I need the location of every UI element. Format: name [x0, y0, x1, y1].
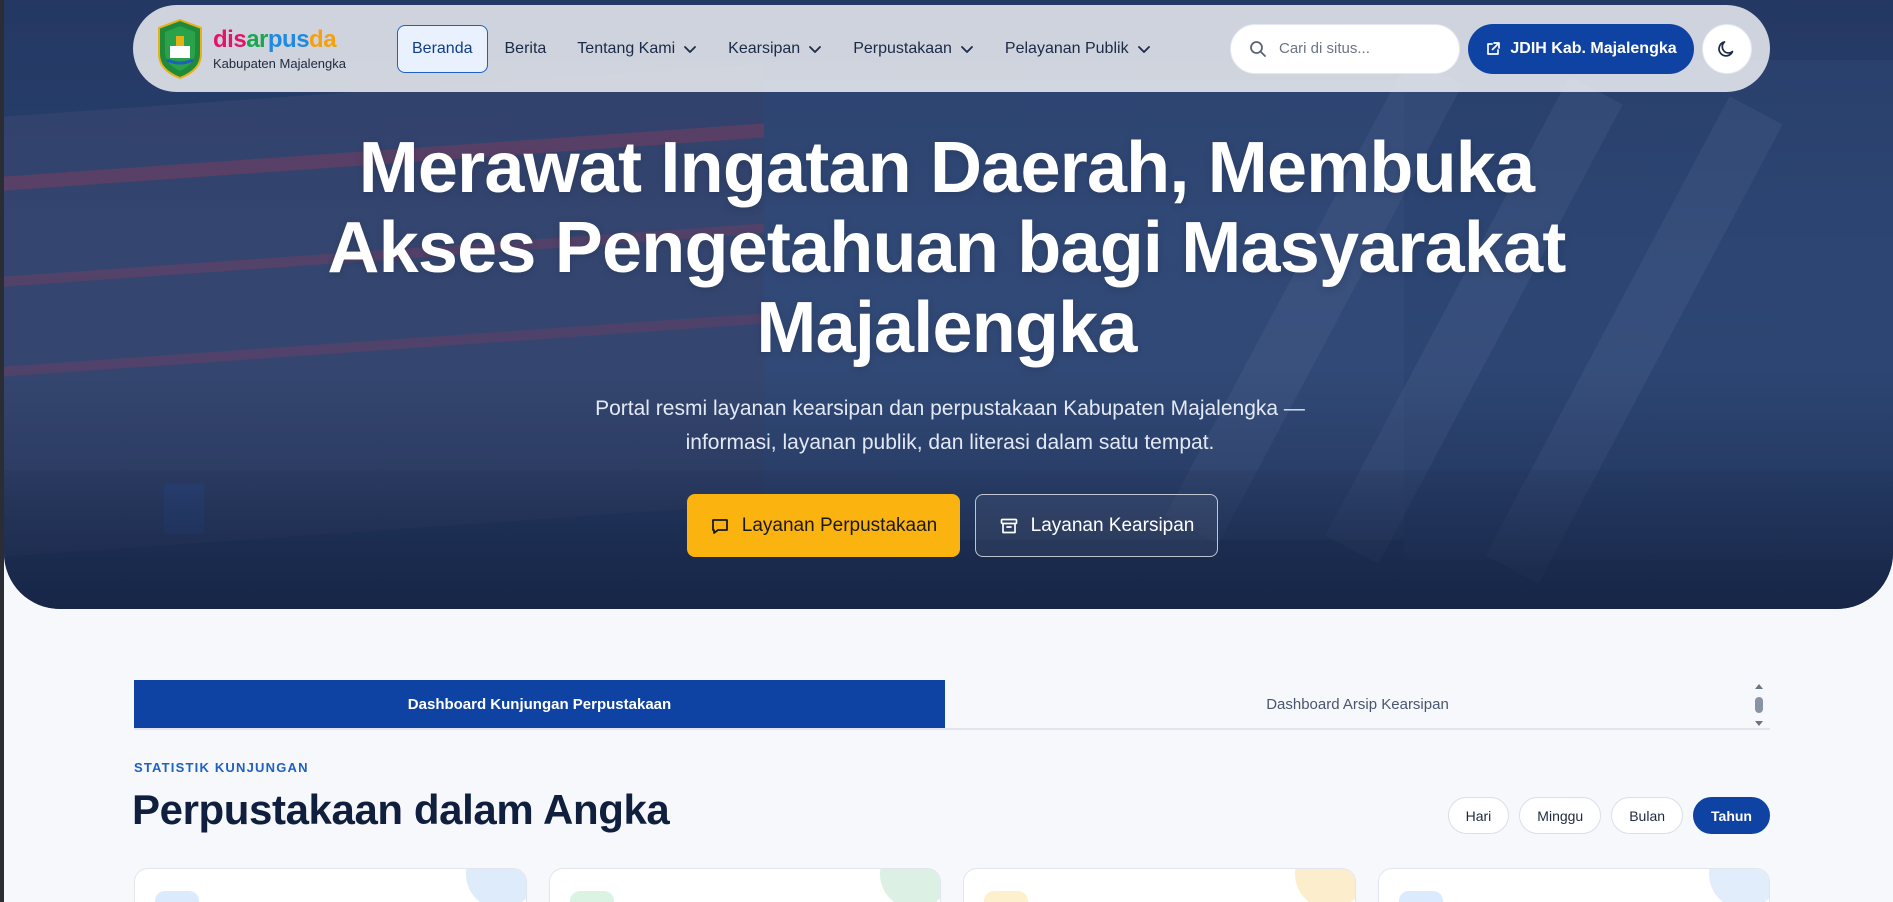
external-link-icon — [1487, 41, 1501, 55]
logo-brand-part: pus — [267, 25, 310, 53]
hero-subtitle: Portal resmi layanan kearsipan dan perpu… — [595, 397, 1305, 454]
nav-item-label: Perpustakaan — [853, 39, 952, 57]
stat-card — [134, 868, 527, 902]
nav-item-label: Berita — [504, 39, 547, 57]
theme-toggle-button[interactable] — [1702, 23, 1752, 74]
archive-services-label: Layanan Kearsipan — [1030, 514, 1195, 536]
logo-subtitle: Kabupaten Majalengka — [213, 55, 346, 71]
logo-brand-part: da — [309, 25, 337, 53]
stat-card-icon — [569, 891, 614, 902]
nav-item-label: Beranda — [412, 39, 473, 57]
chevron-down-icon — [809, 45, 822, 53]
logo-brand-part: dis — [213, 25, 247, 53]
nav-item-beranda[interactable]: Beranda — [397, 24, 488, 73]
stat-card — [548, 868, 941, 902]
search-icon — [1250, 40, 1266, 57]
filter-bulan[interactable]: Bulan — [1611, 797, 1684, 834]
site-search[interactable] — [1230, 23, 1460, 74]
dashboard-tabs: Dashboard Kunjungan Perpustakaan Dashboa… — [134, 680, 1770, 730]
nav-item-label: Pelayanan Publik — [1004, 39, 1129, 57]
archive-box-icon — [1000, 518, 1017, 533]
nav-item-berita[interactable]: Berita — [491, 25, 561, 73]
nav-item-perpustakaan[interactable]: Perpustakaan — [839, 25, 988, 73]
stat-card-decoration — [465, 869, 526, 902]
nav-item-pelayanan-publik[interactable]: Pelayanan Publik — [991, 25, 1165, 73]
tab-label: Dashboard Kunjungan Perpustakaan — [407, 695, 672, 713]
stat-card-icon — [1398, 891, 1443, 902]
stat-card-decoration — [1709, 869, 1770, 902]
section-title: Perpustakaan dalam Angka — [132, 786, 670, 833]
window-edge — [0, 0, 4, 902]
stat-card — [1377, 868, 1770, 902]
stat-card-icon — [984, 891, 1028, 902]
chat-icon — [711, 518, 728, 534]
nav-item-label: Tentang Kami — [577, 39, 676, 57]
logo-brand: disarpusda — [213, 25, 346, 53]
site-logo[interactable]: disarpusda Kabupaten Majalengka — [155, 16, 367, 82]
nav-item-label: Kearsipan — [728, 39, 801, 57]
library-services-button[interactable]: Layanan Perpustakaan — [687, 494, 960, 557]
filter-hari[interactable]: Hari — [1447, 797, 1510, 834]
nav-item-tentang-kami[interactable]: Tentang Kami — [563, 25, 711, 73]
tab-label: Dashboard Arsip Kearsipan — [1266, 695, 1449, 713]
tab-library-visits[interactable]: Dashboard Kunjungan Perpustakaan — [134, 680, 945, 728]
stat-cards — [134, 868, 1770, 902]
main-nav: Beranda Berita Tentang Kami Kearsipan Pe… — [397, 24, 1165, 73]
logo-brand-part: ar — [246, 25, 268, 53]
archive-services-button[interactable]: Layanan Kearsipan — [975, 494, 1218, 557]
stat-card-icon — [155, 891, 199, 902]
hero-title: Merawat Ingatan Daerah, Membuka Akses Pe… — [327, 128, 1566, 368]
chevron-down-icon — [961, 45, 973, 53]
tab-archive[interactable]: Dashboard Arsip Kearsipan — [945, 680, 1770, 728]
search-input[interactable] — [1279, 40, 1439, 57]
top-navbar: disarpusda Kabupaten Majalengka Beranda … — [133, 5, 1770, 92]
filter-tahun[interactable]: Tahun — [1693, 797, 1770, 834]
jdih-link-button[interactable]: JDIH Kab. Majalengka — [1468, 23, 1694, 74]
stat-card-decoration — [880, 869, 941, 902]
stat-card-decoration — [1294, 869, 1355, 902]
library-services-label: Layanan Perpustakaan — [741, 514, 938, 536]
scrollbar[interactable] — [1752, 682, 1766, 728]
nav-item-kearsipan[interactable]: Kearsipan — [714, 25, 836, 73]
majalengka-crest-icon — [155, 18, 205, 80]
jdih-link-label: JDIH Kab. Majalengka — [1510, 39, 1677, 57]
chevron-down-icon — [684, 45, 697, 53]
stat-card — [963, 868, 1356, 902]
period-filter-group: Hari Minggu Bulan Tahun — [1438, 797, 1770, 834]
moon-icon — [1718, 40, 1734, 57]
section-overline: STATISTIK KUNJUNGAN — [134, 760, 309, 775]
filter-minggu[interactable]: Minggu — [1519, 797, 1602, 834]
chevron-down-icon — [1137, 45, 1150, 53]
